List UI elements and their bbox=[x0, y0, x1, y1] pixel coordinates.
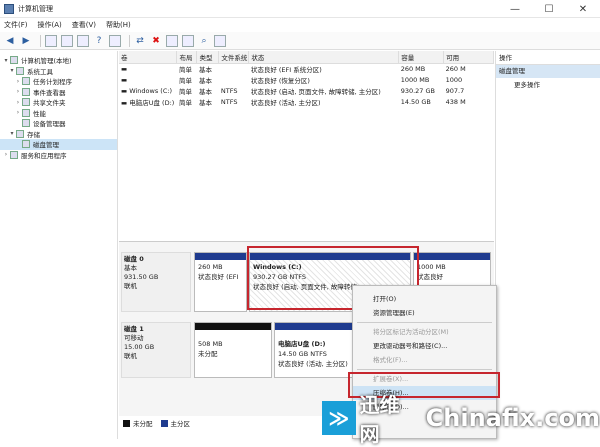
disk-type: 基本 bbox=[124, 264, 137, 272]
maximize-button[interactable]: ☐ bbox=[532, 0, 566, 18]
primary-partition-bar bbox=[414, 253, 490, 260]
column-header[interactable]: 类型 bbox=[196, 51, 220, 64]
column-header[interactable]: 容量 bbox=[398, 51, 445, 64]
show-hide-icon[interactable] bbox=[109, 34, 121, 47]
volume-list: 卷 布局 类型 文件系统 状态 容量 可用 ▬ 简单 基本 状态良好 (EFI 系统分… bbox=[119, 51, 494, 241]
actions-header: 操作 bbox=[496, 51, 600, 65]
volume-row[interactable]: ▬ 简单 基本 状态良好 (恢复分区) 1000 MB 1000 bbox=[119, 74, 494, 85]
actions-pane: 操作 磁盘管理 更多操作 bbox=[495, 51, 600, 439]
help-icon[interactable]: ? bbox=[93, 35, 105, 47]
computer-management-icon bbox=[4, 3, 14, 14]
actions-section-disk-management[interactable]: 磁盘管理 bbox=[496, 65, 600, 78]
primary-partition-bar bbox=[195, 253, 246, 260]
volume-row[interactable]: ▬ 电脑店U盘 (D:) 简单 基本 NTFS 状态良好 (活动, 主分区) 14.50 … bbox=[119, 96, 494, 107]
volume-row[interactable]: ▬ 简单 基本 状态良好 (EFI 系统分区) 260 MB 260 M bbox=[119, 63, 494, 74]
disk-type: 可移动 bbox=[124, 334, 144, 342]
delete-icon[interactable]: ✖ bbox=[150, 35, 162, 47]
more-actions-link[interactable]: 更多操作 bbox=[496, 78, 600, 92]
performance-icon bbox=[22, 108, 30, 117]
forward-arrow-icon[interactable]: ▶ bbox=[20, 35, 32, 47]
tree-item-task-scheduler[interactable]: › 任务计划程序 bbox=[0, 76, 117, 87]
minimize-button[interactable]: — bbox=[498, 0, 532, 18]
column-header[interactable]: 状态 bbox=[248, 51, 400, 64]
menu-divider bbox=[357, 322, 492, 323]
column-header[interactable]: 文件系统 bbox=[218, 51, 250, 64]
shared-folder-icon bbox=[22, 98, 30, 107]
unallocated-bar bbox=[195, 323, 271, 330]
properties-icon[interactable] bbox=[77, 34, 89, 47]
open-folder-icon[interactable] bbox=[182, 34, 194, 47]
disk-size: 931.50 GB bbox=[124, 273, 159, 281]
toolbar-divider bbox=[129, 34, 130, 47]
legend-label: 主分区 bbox=[170, 420, 191, 428]
disk-status: 联机 bbox=[124, 282, 137, 290]
connect-icon[interactable]: ⇄ bbox=[134, 35, 146, 47]
volume-row[interactable]: ▬ Windows (C:) 简单 基本 NTFS 状态良好 (启动, 页面文件, 故障… bbox=[119, 85, 494, 96]
services-icon bbox=[10, 150, 18, 159]
disk-name: 磁盘 1 bbox=[124, 325, 144, 333]
window-title: 计算机管理 bbox=[18, 4, 53, 13]
tree-item-disk-management[interactable]: 磁盘管理 bbox=[0, 139, 117, 150]
watermark: ≫ 迅维网 Chinafix.com bbox=[322, 393, 600, 446]
navigation-tree: ▾ 计算机管理(本地) ▾ 系统工具 › 任务计划程序 › 事件查看器 › 共享文件夹 ›… bbox=[0, 51, 118, 439]
storage-icon bbox=[16, 129, 24, 138]
column-header[interactable]: 可用 bbox=[443, 51, 494, 64]
console-tree-icon[interactable] bbox=[61, 34, 73, 47]
menu-item-mark-active: 将分区标记为活动分区(M) bbox=[373, 328, 449, 336]
primary-swatch bbox=[160, 419, 168, 427]
unallocated-swatch bbox=[123, 419, 130, 427]
toolbar-divider bbox=[40, 34, 41, 47]
menu-item-format: 格式化(F)... bbox=[373, 356, 408, 364]
clock-icon bbox=[22, 77, 30, 86]
tree-item-computer-management[interactable]: ▾ 计算机管理(本地) bbox=[0, 55, 117, 66]
disk-1-label[interactable]: 磁盘 1 可移动 15.00 GB 联机 bbox=[121, 322, 191, 378]
tree-item-storage[interactable]: ▾ 存储 bbox=[0, 129, 117, 140]
tools-icon bbox=[16, 66, 24, 75]
disk-status: 联机 bbox=[124, 352, 137, 360]
menu-view[interactable]: 查看(V) bbox=[72, 20, 96, 30]
tree-item-device-manager[interactable]: 设备管理器 bbox=[0, 118, 117, 129]
disk-0-label[interactable]: 磁盘 0 基本 931.50 GB 联机 bbox=[121, 252, 191, 312]
watermark-en-text: Chinafix.com bbox=[425, 404, 600, 432]
menu-help[interactable]: 帮助(H) bbox=[106, 20, 131, 30]
tree-item-services-and-applications[interactable]: › 服务和应用程序 bbox=[0, 150, 117, 161]
disk-size: 15.00 GB bbox=[124, 343, 155, 351]
column-header[interactable]: 卷 bbox=[119, 51, 178, 64]
chinafix-logo-icon: ≫ bbox=[322, 401, 356, 435]
menu-divider bbox=[357, 369, 492, 370]
partition-unallocated[interactable]: 508 MB 未分配 bbox=[194, 322, 272, 378]
volume-header-row: 卷 布局 类型 文件系统 状态 容量 可用 bbox=[119, 51, 494, 64]
computer-icon bbox=[10, 56, 18, 65]
disk-name: 磁盘 0 bbox=[124, 255, 144, 263]
menu-bar: 文件(F) 操作(A) 查看(V) 帮助(H) bbox=[0, 18, 600, 32]
properties-sheet-icon[interactable] bbox=[166, 34, 178, 47]
tree-item-event-viewer[interactable]: › 事件查看器 bbox=[0, 87, 117, 98]
menu-item-change-drive-letter[interactable]: 更改驱动器号和路径(C)... bbox=[353, 339, 496, 353]
toolbar: ◀ ▶ ? ⇄ ✖ ⌕ bbox=[0, 32, 600, 50]
tree-item-system-tools[interactable]: ▾ 系统工具 bbox=[0, 66, 117, 77]
partition-efi[interactable]: 260 MB 状态良好 (EFI bbox=[194, 252, 247, 312]
menu-item-open[interactable]: 打开(O) bbox=[353, 292, 496, 306]
menu-action[interactable]: 操作(A) bbox=[38, 20, 62, 30]
search-icon[interactable]: ⌕ bbox=[198, 35, 210, 47]
device-icon bbox=[22, 119, 30, 128]
close-button[interactable]: ✕ bbox=[566, 0, 600, 18]
column-header[interactable]: 布局 bbox=[176, 51, 198, 64]
event-log-icon bbox=[22, 87, 30, 96]
legend-label: 未分配 bbox=[133, 420, 153, 428]
tree-item-shared-folders[interactable]: › 共享文件夹 bbox=[0, 97, 117, 108]
up-folder-icon[interactable] bbox=[45, 34, 57, 47]
view-icon[interactable] bbox=[214, 34, 226, 47]
back-arrow-icon[interactable]: ◀ bbox=[4, 35, 16, 47]
watermark-cn-text: 迅维网 bbox=[359, 393, 400, 446]
title-bar: 计算机管理 — ☐ ✕ bbox=[0, 0, 600, 18]
tree-item-performance[interactable]: › 性能 bbox=[0, 108, 117, 119]
menu-item-explore[interactable]: 资源管理器(E) bbox=[353, 306, 496, 320]
menu-file[interactable]: 文件(F) bbox=[4, 20, 28, 30]
disk-icon bbox=[22, 140, 30, 149]
